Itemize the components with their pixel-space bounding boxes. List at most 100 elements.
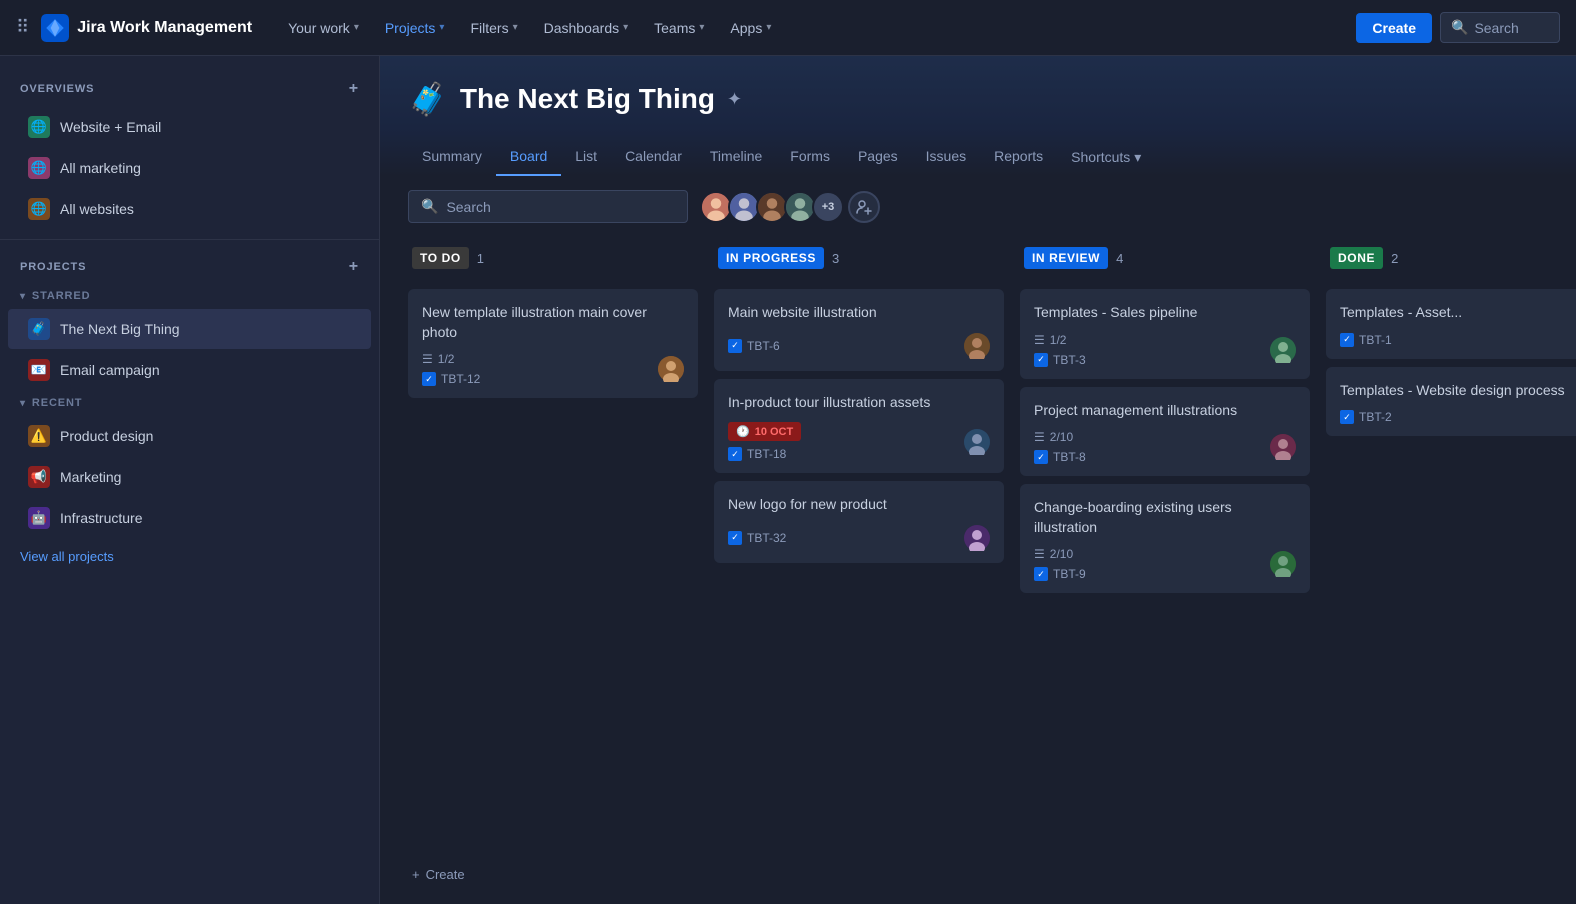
nav-projects[interactable]: Projects ▾ [373, 14, 457, 42]
tab-summary[interactable]: Summary [408, 138, 496, 176]
column-todo-label: TO DO [412, 247, 469, 269]
sidebar-item-website-email[interactable]: 🌐 Website + Email [8, 107, 371, 147]
card-tbt-9-checkbox[interactable]: ✓ [1034, 567, 1048, 581]
sidebar-divider [0, 239, 379, 240]
topnav-search[interactable]: 🔍 Search [1440, 12, 1560, 43]
column-todo-header: TO DO 1 [408, 237, 698, 279]
card-tbt-6-title: Main website illustration [728, 303, 990, 323]
card-tbt-2-checkbox[interactable]: ✓ [1340, 410, 1354, 424]
card-tbt-8-checkbox[interactable]: ✓ [1034, 450, 1048, 464]
card-tbt-32-avatar [964, 525, 990, 551]
card-tbt-12-avatar [658, 356, 684, 382]
column-inreview-cards: Templates - Sales pipeline ☰ 1/2 ✓ TBT-3 [1020, 289, 1310, 888]
card-tbt-3-avatar [1270, 337, 1296, 363]
sidebar-item-product-design[interactable]: ⚠️ Product design [8, 416, 371, 456]
card-tbt-1-id-row: ✓ TBT-1 [1340, 333, 1392, 347]
tab-shortcuts[interactable]: Shortcuts ▾ [1057, 139, 1155, 176]
sidebar-item-marketing[interactable]: 📢 Marketing [8, 457, 371, 497]
column-done-count: 2 [1391, 251, 1398, 266]
board-controls: 🔍 [380, 176, 1576, 237]
nav-apps[interactable]: Apps ▾ [718, 14, 783, 42]
card-tbt-32-title: New logo for new product [728, 495, 990, 515]
sidebar-item-all-marketing[interactable]: 🌐 All marketing [8, 148, 371, 188]
card-tbt-3-title: Templates - Sales pipeline [1034, 303, 1296, 323]
board-search-input[interactable] [446, 199, 675, 215]
tab-reports[interactable]: Reports [980, 138, 1057, 176]
tab-issues[interactable]: Issues [912, 138, 980, 176]
sidebar-item-infrastructure[interactable]: 🤖 Infrastructure [8, 498, 371, 538]
card-tbt-18-id: TBT-18 [747, 447, 786, 461]
card-tbt-3-meta: ☰ 1/2 ✓ TBT-3 [1034, 333, 1296, 367]
star-icon[interactable]: ✦ [727, 89, 742, 110]
nav-dashboards[interactable]: Dashboards ▾ [532, 14, 641, 42]
chevron-down-icon: ▾ [439, 22, 444, 33]
main-layout: Overviews + 🌐 Website + Email 🌐 All mark… [0, 56, 1576, 904]
sidebar-item-next-big-thing[interactable]: 🧳 The Next Big Thing [8, 309, 371, 349]
subtask-icon: ☰ [1034, 333, 1045, 347]
projects-add-icon[interactable]: + [349, 258, 359, 276]
card-tbt-2-title: Templates - Website design process [1340, 381, 1576, 401]
search-icon: 🔍 [421, 198, 438, 215]
card-tbt-12: New template illustration main cover pho… [408, 289, 698, 398]
avatar-extra-count[interactable]: +3 [812, 191, 844, 223]
card-tbt-2-meta: ✓ TBT-2 [1340, 410, 1576, 424]
sidebar-item-email-campaign[interactable]: 📧 Email campaign [8, 350, 371, 390]
starred-subsection[interactable]: ▾ Starred [0, 284, 379, 308]
overviews-add-icon[interactable]: + [349, 80, 359, 98]
card-tbt-9-id: TBT-9 [1053, 567, 1086, 581]
card-tbt-9-subtask: ☰ 2/10 [1034, 547, 1086, 561]
card-tbt-3: Templates - Sales pipeline ☰ 1/2 ✓ TBT-3 [1020, 289, 1310, 379]
sidebar-item-all-websites[interactable]: 🌐 All websites [8, 189, 371, 229]
column-inreview: IN REVIEW 4 Templates - Sales pipeline ☰… [1020, 237, 1310, 888]
create-todo-button[interactable]: + Create [408, 861, 698, 888]
tab-forms[interactable]: Forms [776, 138, 844, 176]
content-area: 🧳 The Next Big Thing ✦ Summary Board Lis… [380, 56, 1576, 904]
jira-logo-icon [41, 14, 69, 42]
card-tbt-32-checkbox[interactable]: ✓ [728, 531, 742, 545]
subtask-icon: ☰ [1034, 430, 1045, 444]
chevron-down-icon: ▾ [354, 22, 359, 33]
nav-your-work[interactable]: Your work ▾ [276, 14, 371, 42]
avatar-3-img [758, 191, 786, 223]
board-area: TO DO 1 New template illustration main c… [380, 237, 1576, 904]
overviews-section-header: Overviews + [0, 72, 379, 106]
card-tbt-32: New logo for new product ✓ TBT-32 [714, 481, 1004, 563]
nav-teams[interactable]: Teams ▾ [642, 14, 716, 42]
recent-subsection[interactable]: ▾ Recent [0, 391, 379, 415]
tab-board[interactable]: Board [496, 138, 561, 176]
logo[interactable]: Jira Work Management [41, 14, 252, 42]
card-tbt-6-checkbox[interactable]: ✓ [728, 339, 742, 353]
view-all-projects-link[interactable]: View all projects [0, 539, 379, 574]
avatar-2-img [730, 191, 758, 223]
tab-timeline[interactable]: Timeline [696, 138, 776, 176]
card-tbt-18-checkbox[interactable]: ✓ [728, 447, 742, 461]
column-inprogress-count: 3 [832, 251, 839, 266]
card-tbt-18-title: In-product tour illustration assets [728, 393, 990, 413]
card-tbt-8-avatar [1270, 434, 1296, 460]
column-todo-cards: New template illustration main cover pho… [408, 289, 698, 851]
grid-icon[interactable]: ⠿ [16, 17, 29, 38]
create-button[interactable]: Create [1356, 13, 1432, 43]
project-header: 🧳 The Next Big Thing ✦ Summary Board Lis… [380, 56, 1576, 176]
column-done-cards: Templates - Asset... ✓ TBT-1 Templates -… [1326, 289, 1576, 888]
card-tbt-3-checkbox[interactable]: ✓ [1034, 353, 1048, 367]
tab-list[interactable]: List [561, 138, 611, 176]
card-tbt-18-due: 🕐 10 OCT [728, 422, 801, 441]
clock-icon: 🕐 [736, 425, 750, 438]
card-tbt-9-id-row: ✓ TBT-9 [1034, 567, 1086, 581]
card-tbt-18-avatar [964, 429, 990, 455]
nav-filters[interactable]: Filters ▾ [458, 14, 529, 42]
card-tbt-18-id-row: ✓ TBT-18 [728, 447, 801, 461]
card-tbt-12-checkbox[interactable]: ✓ [422, 372, 436, 386]
card-tbt-1-checkbox[interactable]: ✓ [1340, 333, 1354, 347]
board-search[interactable]: 🔍 [408, 190, 688, 223]
topnav: ⠿ Jira Work Management Your work ▾ Proje… [0, 0, 1576, 56]
tab-calendar[interactable]: Calendar [611, 138, 696, 176]
tab-pages[interactable]: Pages [844, 138, 912, 176]
card-tbt-6-meta: ✓ TBT-6 [728, 333, 990, 359]
card-tbt-1-id: TBT-1 [1359, 333, 1392, 347]
project-emoji: 🧳 [408, 80, 448, 118]
card-tbt-8-meta: ☰ 2/10 ✓ TBT-8 [1034, 430, 1296, 464]
card-tbt-2-id-row: ✓ TBT-2 [1340, 410, 1392, 424]
avatar-add-button[interactable] [848, 191, 880, 223]
